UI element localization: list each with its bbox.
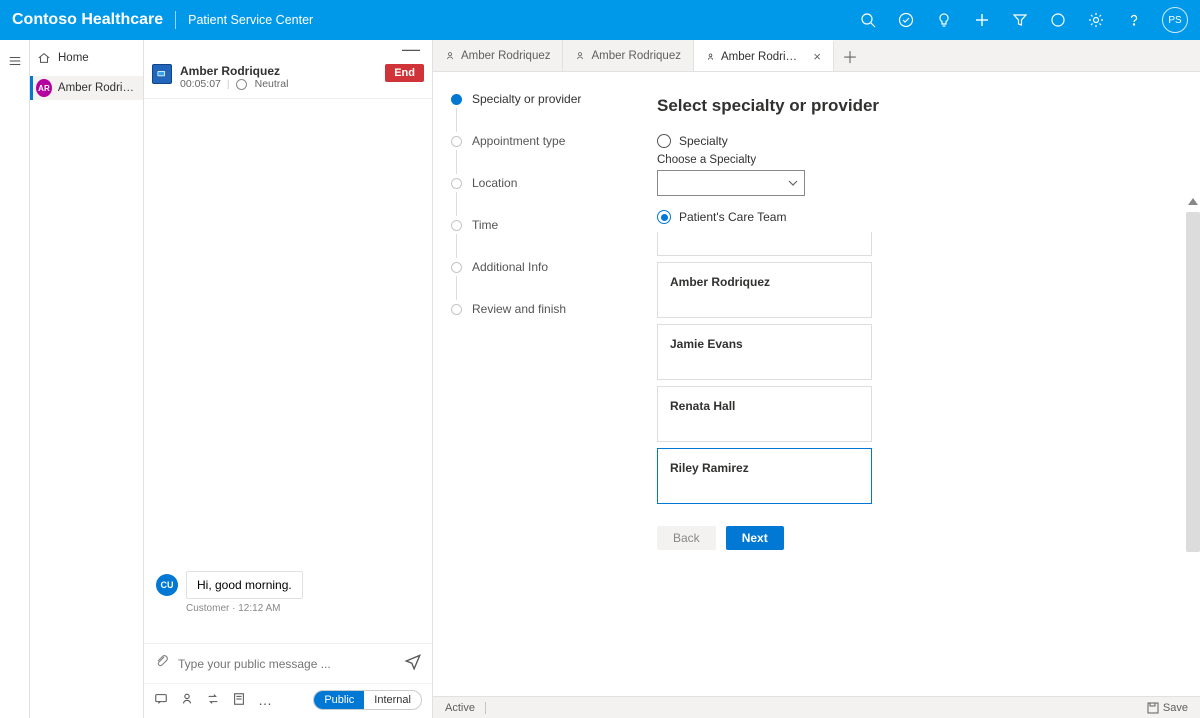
step-review[interactable]: Review and finish <box>451 302 630 316</box>
chat-channel-icon <box>152 64 172 84</box>
session-avatar: AR <box>36 79 52 97</box>
pill-public[interactable]: Public <box>314 691 364 709</box>
gear-icon[interactable] <box>1086 10 1106 30</box>
app-topbar: Contoso Healthcare Patient Service Cente… <box>0 0 1200 40</box>
form-title: Select specialty or provider <box>657 96 1170 116</box>
chat-minimize-icon[interactable]: — <box>398 44 424 54</box>
customer-avatar: CU <box>156 574 178 596</box>
user-avatar[interactable]: PS <box>1162 7 1188 33</box>
left-rail <box>0 40 30 718</box>
lightbulb-icon[interactable] <box>934 10 954 30</box>
more-icon[interactable]: … <box>258 692 272 708</box>
provider-card[interactable]: Jamie Evans <box>657 324 872 380</box>
step-location[interactable]: Location <box>451 176 630 190</box>
circle-icon[interactable] <box>1048 10 1068 30</box>
chat-header: Amber Rodriquez 00:05:07 | Neutral End <box>144 58 432 99</box>
form-area: Select specialty or provider Specialty C… <box>641 72 1200 718</box>
main-area: Amber Rodriquez Amber Rodriquez Amber Ro… <box>433 40 1200 718</box>
chevron-down-icon <box>788 178 798 188</box>
search-icon[interactable] <box>858 10 878 30</box>
visibility-toggle: Public Internal <box>313 690 422 710</box>
attachment-icon[interactable] <box>154 653 172 674</box>
status-active: Active <box>445 702 475 714</box>
chat-toolbar: … Public Internal <box>144 683 432 718</box>
chat-timer: 00:05:07 <box>180 78 221 90</box>
next-button[interactable]: Next <box>726 526 784 550</box>
filter-icon[interactable] <box>1010 10 1030 30</box>
chat-customer-name: Amber Rodriquez <box>180 64 385 78</box>
provider-card[interactable]: Amber Rodriquez <box>657 262 872 318</box>
save-button[interactable]: Save <box>1147 702 1188 714</box>
specialty-dropdown[interactable] <box>657 170 805 196</box>
person-icon <box>575 51 585 61</box>
person-icon <box>445 51 455 61</box>
step-specialty[interactable]: Specialty or provider <box>451 92 630 106</box>
brand-subtitle: Patient Service Center <box>188 13 313 27</box>
session-active[interactable]: AR Amber Rodriquez <box>30 76 143 100</box>
status-bar: Active Save <box>433 696 1200 718</box>
quick-reply-icon[interactable] <box>154 692 168 709</box>
plus-icon[interactable] <box>972 10 992 30</box>
tab-3-active[interactable]: Amber Rodriquez × <box>694 40 834 71</box>
wizard-stepper: Specialty or provider Appointment type L… <box>433 72 641 718</box>
provider-list: Amber Rodriquez Jamie Evans Renata Hall … <box>657 232 872 504</box>
tab-1-label: Amber Rodriquez <box>461 50 550 62</box>
tab-2-label: Amber Rodriquez <box>591 50 680 62</box>
step-appointment-type[interactable]: Appointment type <box>451 134 630 148</box>
home-icon <box>36 51 52 65</box>
transfer-icon[interactable] <box>206 692 220 709</box>
radio-care-team[interactable]: Patient's Care Team <box>657 210 1170 224</box>
provider-card-blank <box>657 232 872 256</box>
provider-card[interactable]: Renata Hall <box>657 386 872 442</box>
scroll-up-icon[interactable] <box>1188 198 1198 205</box>
session-active-label: Amber Rodriquez <box>58 82 137 94</box>
tab-3-label: Amber Rodriquez <box>721 51 801 63</box>
tab-2[interactable]: Amber Rodriquez <box>563 40 693 71</box>
hamburger-icon[interactable] <box>0 46 30 76</box>
chat-message-meta: Customer · 12:12 AM <box>186 603 420 614</box>
choose-specialty-label: Choose a Specialty <box>657 154 1170 166</box>
brand-title: Contoso Healthcare <box>12 11 163 29</box>
send-icon[interactable] <box>404 652 422 675</box>
notes-icon[interactable] <box>232 692 246 709</box>
consult-icon[interactable] <box>180 692 194 709</box>
person-icon <box>706 52 715 62</box>
sentiment-neutral-icon <box>236 79 247 90</box>
topbar-actions: PS <box>858 7 1188 33</box>
back-button[interactable]: Back <box>657 526 716 550</box>
tab-1[interactable]: Amber Rodriquez <box>433 40 563 71</box>
tab-add-button[interactable]: ＋ <box>834 40 866 71</box>
step-time[interactable]: Time <box>451 218 630 232</box>
provider-card-selected[interactable]: Riley Ramirez <box>657 448 872 504</box>
session-home-label: Home <box>58 52 89 64</box>
scrollbar[interactable] <box>1186 212 1200 552</box>
tab-close-icon[interactable]: × <box>813 49 821 64</box>
step-additional-info[interactable]: Additional Info <box>451 260 630 274</box>
help-icon[interactable] <box>1124 10 1144 30</box>
chat-sentiment: Neutral <box>255 78 289 90</box>
chat-input[interactable] <box>178 657 404 671</box>
radio-specialty[interactable]: Specialty <box>657 134 1170 148</box>
chat-bubble: Hi, good morning. <box>186 571 303 599</box>
end-chat-button[interactable]: End <box>385 64 424 82</box>
tab-bar: Amber Rodriquez Amber Rodriquez Amber Ro… <box>433 40 1200 72</box>
session-home[interactable]: Home <box>30 46 143 70</box>
chat-panel: — Amber Rodriquez 00:05:07 | Neutral End… <box>144 40 433 718</box>
session-list: Home AR Amber Rodriquez <box>30 40 144 718</box>
chat-input-row <box>144 643 432 683</box>
chat-message: CU Hi, good morning. <box>156 571 420 599</box>
chat-transcript[interactable]: CU Hi, good morning. Customer · 12:12 AM <box>144 99 432 643</box>
task-check-icon[interactable] <box>896 10 916 30</box>
brand-separator <box>175 11 176 29</box>
pill-internal[interactable]: Internal <box>364 691 421 709</box>
